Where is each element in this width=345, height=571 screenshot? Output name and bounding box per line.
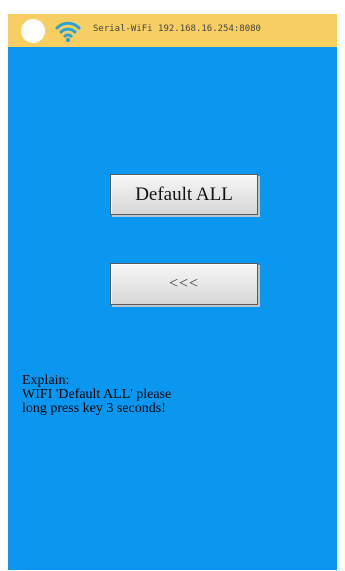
- connection-info: Serial-WiFi 192.168.16.254:8080: [93, 24, 261, 34]
- explain-heading: Explain:: [22, 373, 70, 388]
- back-button[interactable]: <<<: [110, 263, 258, 305]
- default-all-button[interactable]: Default ALL: [110, 174, 258, 215]
- device-screen: Serial-WiFi 192.168.16.254:8080 Default …: [8, 14, 337, 570]
- explain-line-1: WIFI 'Default ALL' please: [22, 387, 172, 402]
- explain-line-2: long press key 3 seconds!: [22, 401, 166, 416]
- status-dot-icon: [21, 19, 45, 43]
- status-bar: Serial-WiFi 192.168.16.254:8080: [8, 14, 337, 47]
- wifi-icon: [55, 21, 81, 43]
- explain-text: Explain: WIFI 'Default ALL' please long …: [22, 374, 171, 416]
